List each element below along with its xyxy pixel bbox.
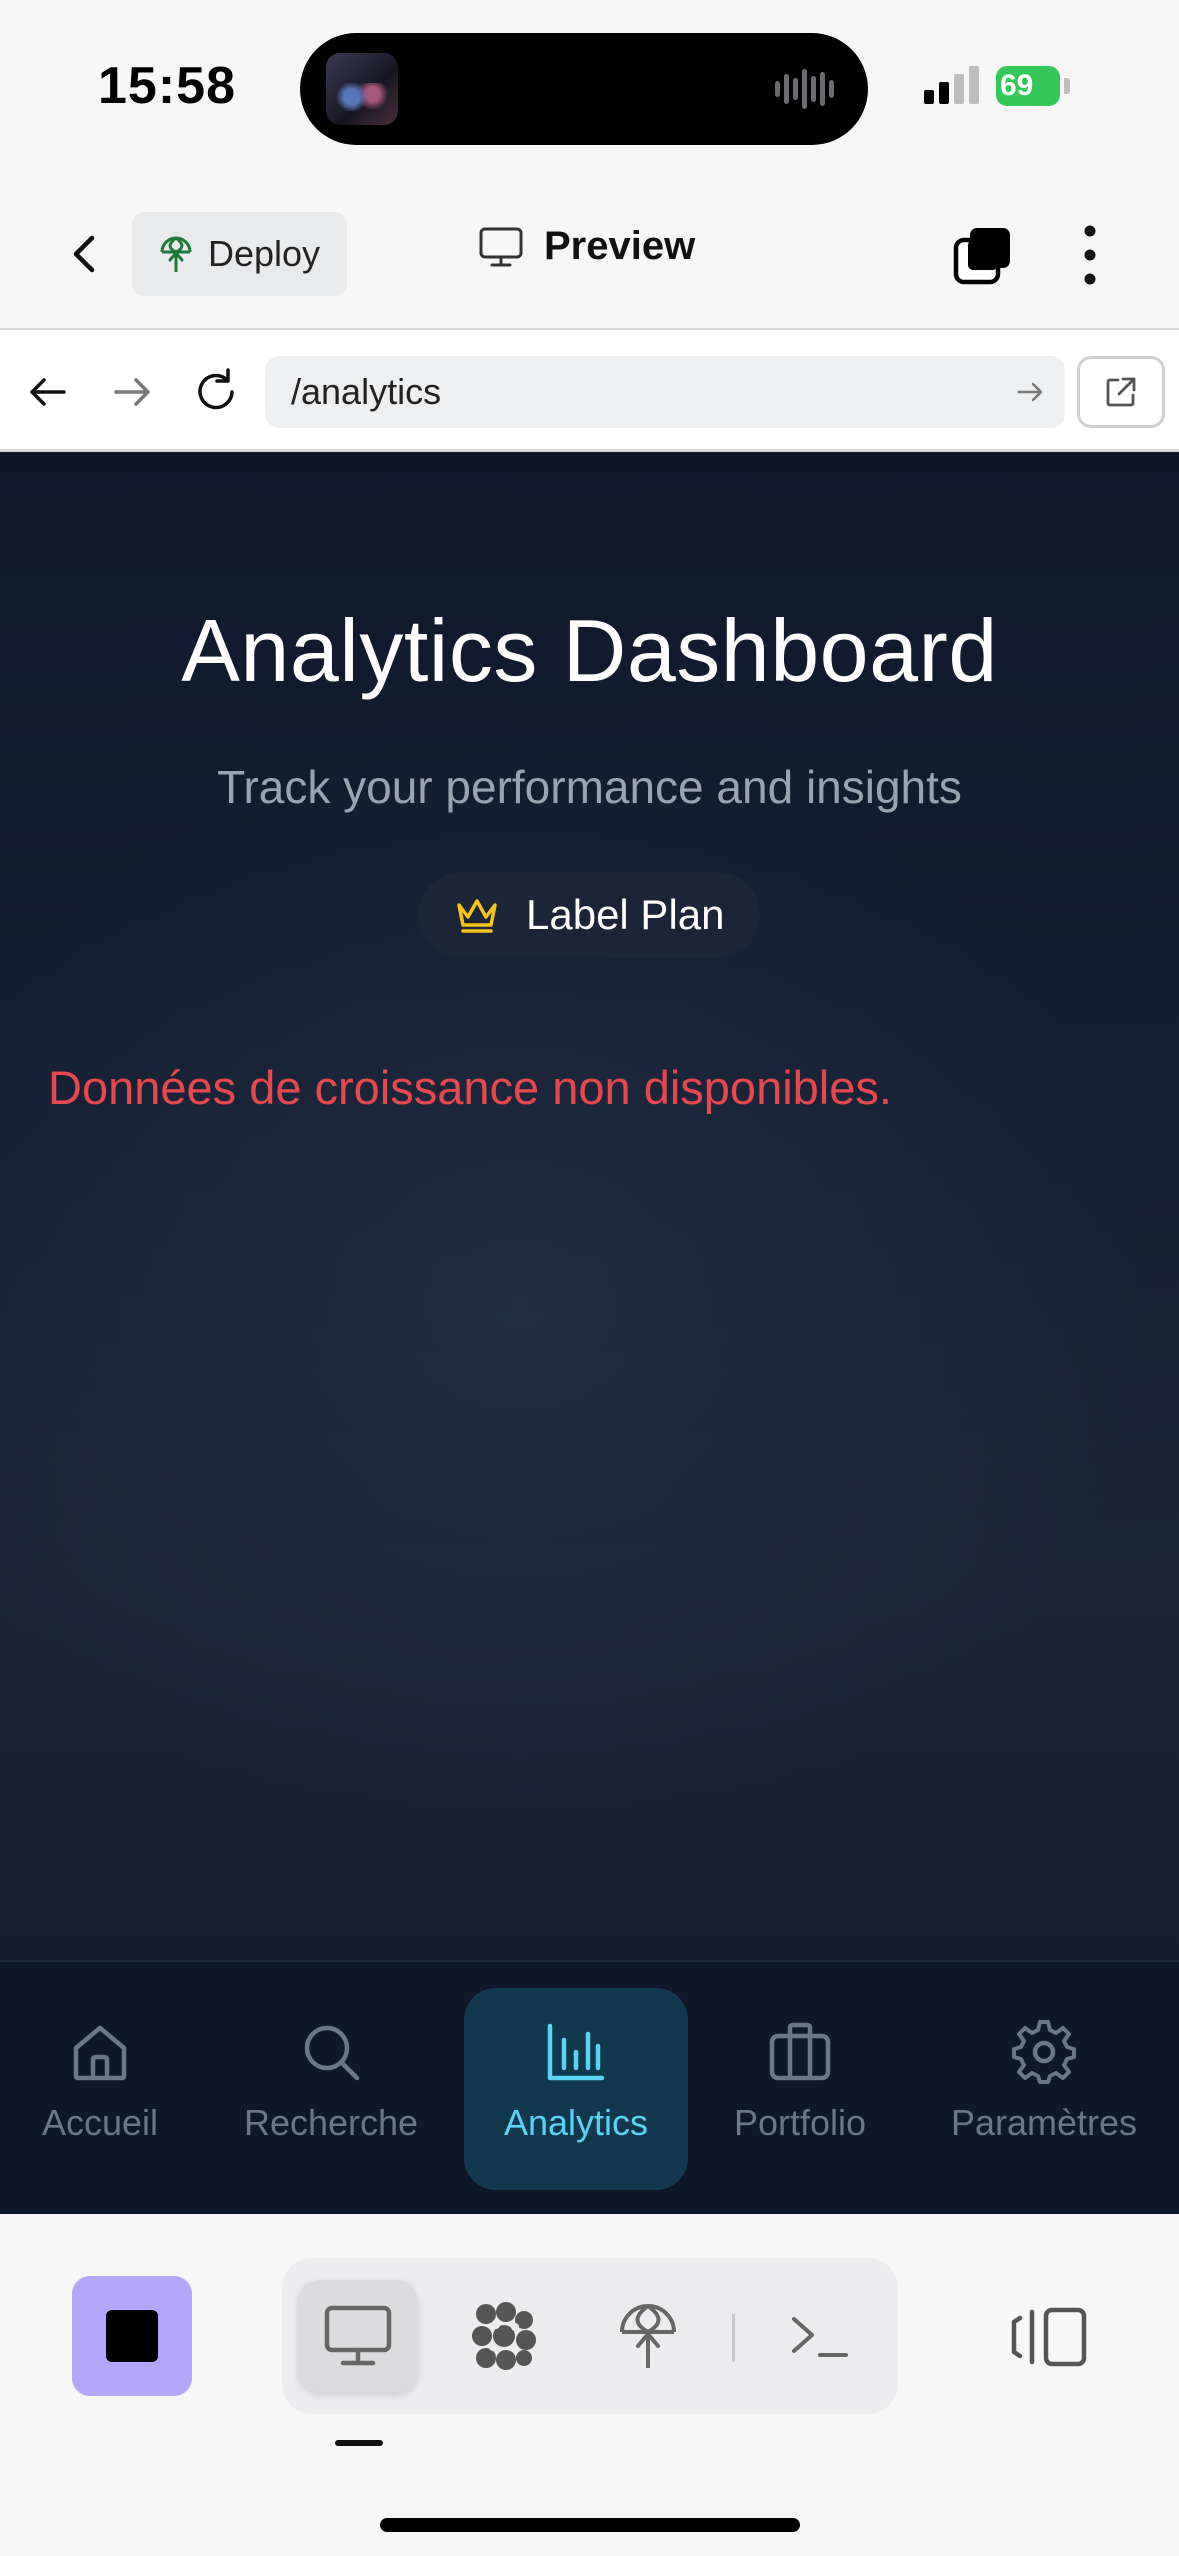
tool-deploy[interactable] [588, 2280, 708, 2392]
audio-wave-icon [775, 69, 838, 109]
status-bar: 15:58 69 [0, 0, 1179, 176]
error-message: Données de croissance non disponibles. [48, 1061, 892, 1114]
tool-switcher [282, 2258, 898, 2414]
arrow-go-icon[interactable] [1015, 376, 1047, 408]
page-subtitle: Track your performance and insights [217, 761, 962, 813]
globe-antenna-icon [620, 2304, 676, 2368]
tab-portfolio[interactable]: Portfolio [720, 1988, 880, 2190]
stop-icon [106, 2310, 158, 2362]
tool-preview[interactable] [298, 2280, 418, 2392]
split-panel-icon [1011, 2307, 1087, 2367]
arrow-right-icon [114, 378, 150, 406]
tab-label: Portfolio [733, 2102, 867, 2143]
status-time: 15:58 [98, 57, 236, 115]
battery-charging-icon: 69 [996, 66, 1060, 106]
plan-badge-label: Label Plan [526, 891, 725, 938]
split-panel-button[interactable] [1008, 2304, 1092, 2370]
tab-label: Accueil [41, 2102, 159, 2143]
tab-accueil[interactable]: Accueil [30, 1988, 170, 2190]
battery-level: 69 [1000, 69, 1034, 102]
browser-forward-button[interactable] [102, 362, 162, 422]
gear-icon [1012, 2020, 1076, 2084]
tool-hub[interactable] [444, 2280, 564, 2392]
globe-antenna-icon [160, 236, 192, 272]
preview-tab[interactable]: Preview [478, 224, 695, 269]
reload-button[interactable] [186, 362, 246, 422]
search-icon [304, 2025, 360, 2081]
page-title: Analytics Dashboard [181, 601, 998, 700]
vertical-dots-icon [1084, 225, 1096, 285]
bottom-toolbar [0, 2214, 1179, 2556]
stacked-windows-icon [953, 228, 1010, 285]
url-text: /analytics [291, 371, 442, 412]
bar-chart-icon [547, 2023, 605, 2081]
analytics-page: Analytics Dashboard Track your performan… [0, 452, 1179, 1960]
app-header: Deploy Preview [0, 176, 1179, 330]
tab-analytics[interactable]: Analytics [464, 1988, 688, 2190]
now-playing-artwork [326, 53, 398, 125]
battery-cap [1064, 78, 1070, 94]
reload-icon [198, 368, 234, 410]
tab-label: Recherche [243, 2102, 419, 2143]
tab-label: Analytics [503, 2102, 649, 2143]
signal-icon [924, 66, 984, 104]
crown-icon [457, 899, 497, 933]
monitor-icon [479, 227, 523, 266]
arrow-left-icon [30, 378, 66, 406]
tab-label: Paramètres [950, 2102, 1138, 2143]
plan-badge[interactable]: Label Plan [418, 872, 760, 958]
chevron-left-icon [73, 235, 95, 273]
terminal-icon [792, 2317, 848, 2357]
briefcase-icon [769, 2022, 831, 2081]
deploy-label: Deploy [208, 233, 321, 274]
browser-back-button[interactable] [18, 362, 78, 422]
hub-icon [472, 2302, 536, 2370]
monitor-icon [324, 2305, 392, 2366]
deploy-button[interactable]: Deploy [132, 212, 347, 296]
home-indicator[interactable] [380, 2518, 800, 2532]
tab-parametres[interactable]: Paramètres [934, 1988, 1154, 2190]
browser-bar: /analytics [0, 332, 1179, 452]
windows-button[interactable] [950, 222, 1016, 288]
tool-terminal[interactable] [760, 2280, 880, 2392]
tab-recherche[interactable]: Recherche [236, 1988, 426, 2190]
more-options-button[interactable] [1070, 222, 1110, 288]
external-link-icon [1106, 377, 1136, 407]
bottom-tab-bar: Accueil Recherche Analytics Portfolio Pa… [0, 1960, 1179, 2214]
open-external-button[interactable] [1077, 356, 1165, 428]
stop-button[interactable] [72, 2276, 192, 2396]
url-field[interactable]: /analytics [265, 356, 1065, 428]
active-tool-indicator [335, 2440, 383, 2446]
back-button[interactable] [58, 226, 114, 282]
toolbar-divider [732, 2314, 735, 2362]
dynamic-island[interactable] [300, 33, 868, 145]
home-icon [73, 2025, 127, 2081]
preview-label: Preview [544, 224, 696, 268]
